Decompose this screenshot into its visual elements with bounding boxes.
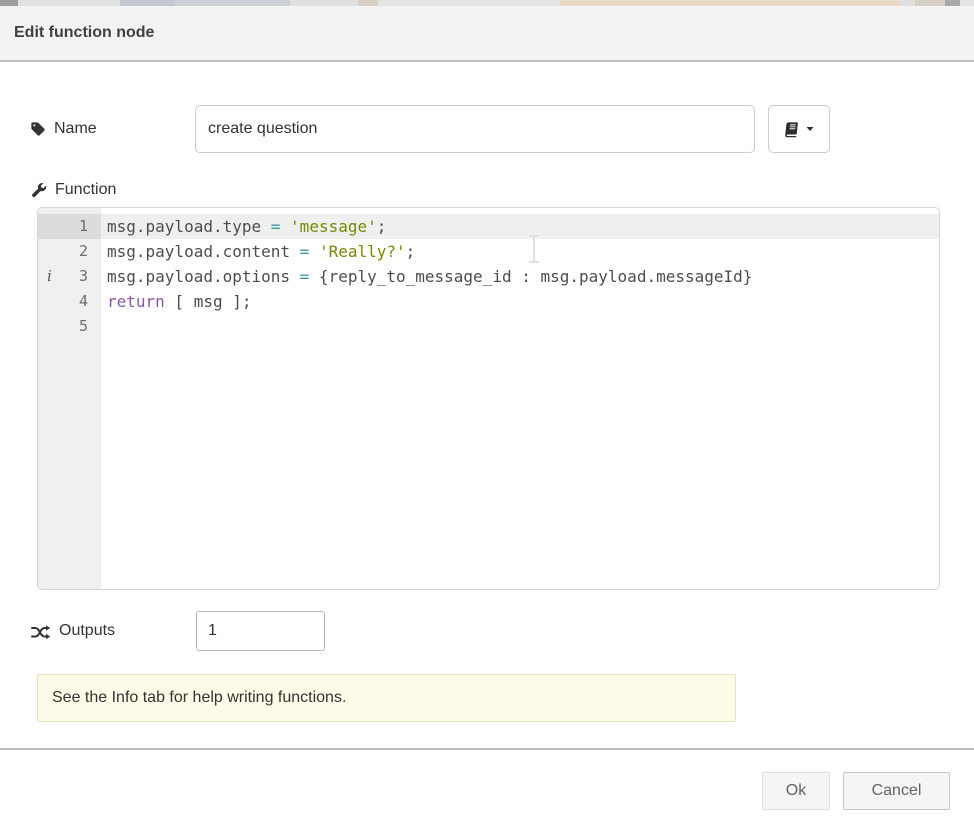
tag-icon [30,121,46,137]
info-tip-text: See the Info tab for help writing functi… [52,689,346,707]
function-label: Function [55,181,116,199]
dialog-footer: Ok Cancel [0,750,974,827]
code-line[interactable]: i3msg.payload.options = {reply_to_messag… [38,264,939,289]
name-input[interactable] [195,105,755,153]
line-number: i3 [38,264,101,289]
ok-button[interactable]: Ok [762,772,830,810]
code-line[interactable]: 2msg.payload.content = 'Really?'; [38,239,939,264]
code-line[interactable]: 4return [ msg ]; [38,289,939,314]
info-tip-box: See the Info tab for help writing functi… [37,674,736,722]
code-text: return [ msg ]; [101,289,939,314]
function-label-group: Function [30,178,116,202]
line-number: 5 [38,314,101,339]
code-text [101,314,939,339]
code-text: msg.payload.options = {reply_to_message_… [101,264,939,289]
name-label: Name [54,120,97,138]
shuffle-icon [30,623,51,640]
edit-function-dialog: Edit function node Name Function [0,0,974,827]
chevron-down-icon [804,123,816,135]
dialog-title: Edit function node [14,24,154,42]
outputs-label: Outputs [59,622,115,640]
name-label-group: Name [30,105,97,153]
text-cursor-ibeam [526,234,542,268]
code-text: msg.payload.content = 'Really?'; [101,239,939,264]
code-line[interactable]: 1msg.payload.type = 'message'; [38,214,939,239]
line-number: 1 [38,214,101,239]
function-code-editor[interactable]: 1msg.payload.type = 'message';2msg.paylo… [37,207,940,590]
code-text: msg.payload.type = 'message'; [101,214,939,239]
outputs-spinner [196,611,325,651]
line-number: 2 [38,239,101,264]
code-line[interactable]: 5 [38,314,939,339]
outputs-input[interactable] [197,612,325,650]
cancel-button[interactable]: Cancel [843,772,950,810]
dialog-header: Edit function node [0,6,974,62]
info-annotation-icon: i [47,264,52,289]
editor-code-rows: 1msg.payload.type = 'message';2msg.paylo… [38,208,939,339]
book-icon [783,121,800,138]
line-number: 4 [38,289,101,314]
wrench-icon [30,182,47,199]
outputs-label-group: Outputs [30,611,115,651]
library-dropdown-button[interactable] [768,105,830,153]
